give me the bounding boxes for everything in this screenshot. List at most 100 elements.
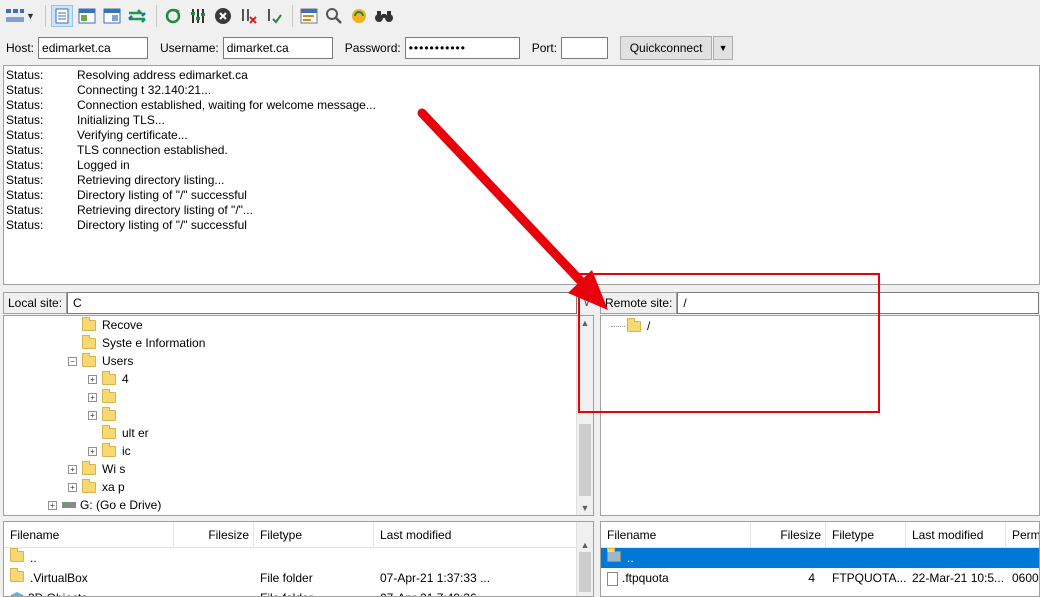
file-type — [254, 548, 374, 568]
tree-node[interactable]: + Wi s — [68, 460, 125, 478]
column-filename[interactable]: Filename — [601, 522, 751, 548]
log-message: Directory listing of "/" successful — [77, 188, 247, 202]
log-status-label: Status: — [6, 203, 44, 217]
username-input[interactable] — [222, 37, 333, 59]
scroll-thumb[interactable] — [579, 424, 591, 496]
toggle-log-icon[interactable] — [51, 5, 73, 27]
scroll-up-icon[interactable]: ▲ — [577, 540, 593, 550]
expand-toggle-icon[interactable]: + — [48, 500, 57, 510]
column-filesize[interactable]: Filesize — [174, 522, 254, 548]
tree-node[interactable]: + G: (Go e Drive) — [48, 496, 161, 514]
process-queue-icon[interactable] — [187, 5, 209, 27]
column-permissions[interactable]: Perm — [1006, 522, 1039, 548]
tree-node-root[interactable]: / — [611, 317, 650, 335]
file-row[interactable]: .VirtualBox File folder 07-Apr-21 1:37:33 … — [4, 568, 593, 588]
scroll-up-icon[interactable]: ▲ — [577, 318, 593, 328]
column-filename[interactable]: Filename — [4, 522, 174, 548]
disconnect-icon[interactable] — [237, 5, 259, 27]
folder-icon — [82, 478, 96, 493]
file-type: File folder — [254, 588, 374, 596]
tree-node[interactable]: ult er — [88, 424, 149, 442]
reconnect-icon[interactable] — [262, 5, 284, 27]
file-name: .VirtualBox — [30, 571, 88, 585]
file-type: FTPQUOTA... — [832, 571, 906, 585]
folder-icon — [102, 388, 116, 403]
folder-icon — [82, 460, 96, 475]
tree-node[interactable]: Syste e Information — [68, 334, 205, 352]
log-line: Status: TLS connection established. — [6, 143, 1039, 158]
folder-icon — [82, 352, 96, 367]
log-message: Connecting t 32.140:21... — [77, 83, 212, 97]
file-type — [826, 548, 906, 568]
remote-file-list[interactable]: Filename Filesize Filetype Last modified… — [600, 521, 1040, 597]
column-last-modified[interactable]: Last modified — [374, 522, 577, 548]
local-path-input[interactable] — [67, 292, 578, 314]
expand-toggle-icon[interactable]: + — [68, 464, 77, 474]
expand-toggle-icon[interactable]: + — [88, 374, 97, 384]
local-path-dropdown-icon[interactable]: ∨ — [583, 298, 590, 309]
folder-icon — [102, 370, 116, 385]
file-modified — [906, 548, 1006, 568]
quickconnect-dropdown-icon[interactable]: ▼ — [713, 36, 734, 60]
port-input[interactable] — [561, 37, 609, 59]
tree-node-label: xa p — [102, 480, 125, 494]
comparison-icon[interactable] — [323, 5, 345, 27]
transfer-queue-icon[interactable] — [126, 5, 148, 27]
tree-node[interactable]: + xa p — [68, 478, 125, 496]
tree-node[interactable]: + — [88, 406, 122, 424]
log-line: Status: Retrieving directory listing... — [6, 173, 1039, 188]
log-status-label: Status: — [6, 218, 44, 232]
file-type: File folder — [260, 571, 313, 585]
password-label: Password: — [344, 41, 401, 55]
host-input[interactable] — [38, 37, 149, 59]
log-status-label: Status: — [6, 128, 44, 142]
tree-node[interactable]: + ic — [88, 442, 131, 460]
search-remote-icon[interactable] — [373, 5, 395, 27]
cancel-icon[interactable] — [212, 5, 234, 27]
log-line: Status: Connecting t 32.140:21... — [6, 83, 1039, 98]
file-size: 4 — [808, 571, 815, 585]
refresh-icon[interactable] — [162, 5, 184, 27]
log-message: TLS connection established. — [77, 143, 228, 157]
local-list-scrollbar[interactable]: ▲ — [576, 522, 593, 596]
remote-path-input[interactable] — [677, 292, 1040, 314]
expand-toggle-icon[interactable]: + — [68, 482, 77, 492]
file-name: .. — [627, 551, 634, 565]
column-filetype[interactable]: Filetype — [826, 522, 906, 548]
directory-filter-icon[interactable] — [298, 5, 320, 27]
expand-toggle-icon[interactable]: − — [68, 356, 77, 366]
scroll-thumb[interactable] — [579, 552, 591, 592]
remote-directory-tree[interactable]: / — [600, 315, 1040, 516]
tree-node[interactable]: +4 — [88, 370, 129, 388]
tree-node-label: G: (Go e Drive) — [80, 498, 162, 512]
column-filetype[interactable]: Filetype — [254, 522, 374, 548]
column-filesize[interactable]: Filesize — [751, 522, 826, 548]
toggle-remote-tree-icon[interactable] — [101, 5, 123, 27]
message-log[interactable]: Status: Resolving address edimarket.ca Sta… — [3, 65, 1040, 285]
file-row[interactable]: .ftpquota 4 FTPQUOTA... 22-Mar-21 10:5... 06… — [601, 568, 1039, 588]
file-row[interactable]: .. — [4, 548, 593, 568]
site-manager-icon[interactable] — [4, 5, 26, 27]
expand-toggle-icon[interactable]: + — [88, 446, 97, 456]
expand-toggle-icon[interactable]: + — [88, 410, 97, 420]
column-last-modified[interactable]: Last modified — [906, 522, 1006, 548]
log-status-label: Status: — [6, 158, 44, 172]
password-input[interactable] — [404, 37, 520, 59]
toggle-local-tree-icon[interactable] — [76, 5, 98, 27]
local-directory-tree[interactable]: ▲ ▼ Recove Syste e Information − Users +4 + + u… — [3, 315, 594, 516]
local-tree-scrollbar[interactable]: ▲ ▼ — [576, 316, 593, 515]
log-line: Status: Retrieving directory listing of "… — [6, 203, 1039, 218]
tree-node[interactable]: − Users — [68, 352, 133, 370]
local-file-list[interactable]: Filename Filesize Filetype Last modified… — [3, 521, 594, 597]
file-row[interactable]: 3D Objects File folder07-Apr-21 7:49:36 — [4, 588, 593, 596]
scroll-down-icon[interactable]: ▼ — [577, 503, 593, 513]
file-row[interactable]: .. — [601, 548, 1039, 568]
site-manager-dropdown-icon[interactable]: ▼ — [26, 11, 36, 21]
log-message: Resolving address edimarket.ca — [77, 68, 248, 82]
tree-node[interactable]: Recove — [68, 316, 143, 334]
synchronized-browsing-icon[interactable] — [348, 5, 370, 27]
quickconnect-button[interactable]: Quickconnect — [620, 36, 713, 60]
expand-toggle-icon[interactable]: + — [88, 392, 97, 402]
tree-node-label: Recove — [102, 318, 143, 332]
tree-node[interactable]: + — [88, 388, 122, 406]
